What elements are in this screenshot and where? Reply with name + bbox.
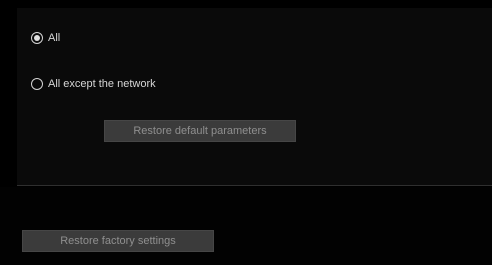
radio-label-all: All [48,32,61,44]
restore-settings-screen: All All except the network Restore defau… [0,0,492,265]
restore-default-parameters-button[interactable]: Restore default parameters [104,120,296,142]
radio-option-all-except-network[interactable]: All except the network [31,77,156,91]
radio-unselected-icon[interactable] [31,78,43,90]
radio-label-all-except-network: All except the network [48,78,156,90]
restore-factory-settings-button[interactable]: Restore factory settings [22,230,214,252]
radio-dot-icon [34,35,40,41]
factory-reset-area [0,187,492,265]
radio-selected-icon[interactable] [31,32,43,44]
radio-option-all[interactable]: All [31,31,60,45]
restore-options-panel [17,8,492,186]
